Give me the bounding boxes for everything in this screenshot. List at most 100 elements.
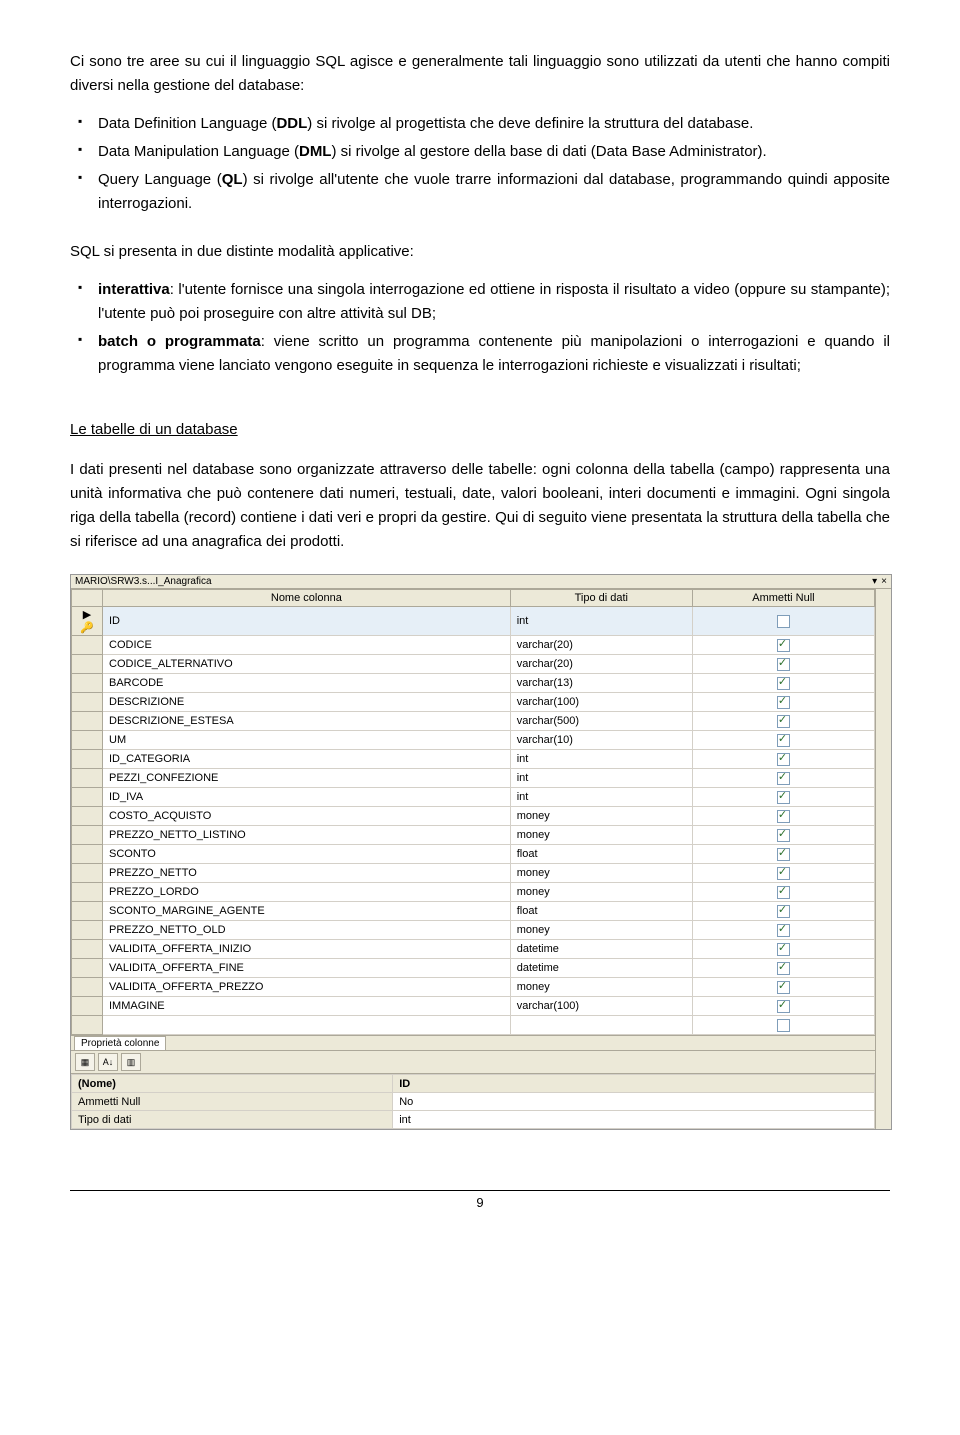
cell-allow-null[interactable] bbox=[692, 940, 874, 959]
row-selector[interactable] bbox=[72, 769, 103, 788]
cell-data-type[interactable]: varchar(100) bbox=[510, 693, 692, 712]
checkbox-icon[interactable] bbox=[777, 734, 790, 747]
cell-column-name[interactable]: UM bbox=[103, 731, 511, 750]
property-row[interactable]: Ammetti NullNo bbox=[72, 1093, 875, 1111]
row-selector[interactable] bbox=[72, 921, 103, 940]
table-row[interactable]: DESCRIZIONEvarchar(100) bbox=[72, 693, 875, 712]
row-selector[interactable] bbox=[72, 864, 103, 883]
cell-column-name[interactable]: SCONTO bbox=[103, 845, 511, 864]
table-row[interactable]: CODICE_ALTERNATIVOvarchar(20) bbox=[72, 655, 875, 674]
vertical-scrollbar[interactable] bbox=[875, 589, 891, 1129]
table-row[interactable]: VALIDITA_OFFERTA_PREZZOmoney bbox=[72, 978, 875, 997]
cell-column-name[interactable]: PREZZO_NETTO_OLD bbox=[103, 921, 511, 940]
checkbox-icon[interactable] bbox=[777, 962, 790, 975]
cell-column-name[interactable]: VALIDITA_OFFERTA_INIZIO bbox=[103, 940, 511, 959]
row-selector[interactable] bbox=[72, 636, 103, 655]
cell-data-type[interactable]: money bbox=[510, 921, 692, 940]
checkbox-icon[interactable] bbox=[777, 753, 790, 766]
dropdown-icon[interactable]: ▾ bbox=[872, 576, 877, 587]
row-selector[interactable] bbox=[72, 997, 103, 1016]
cell-data-type[interactable]: datetime bbox=[510, 940, 692, 959]
table-row[interactable]: VALIDITA_OFFERTA_INIZIOdatetime bbox=[72, 940, 875, 959]
row-selector[interactable] bbox=[72, 731, 103, 750]
table-row[interactable]: CODICEvarchar(20) bbox=[72, 636, 875, 655]
row-selector[interactable] bbox=[72, 712, 103, 731]
row-selector[interactable] bbox=[72, 845, 103, 864]
cell-allow-null[interactable] bbox=[692, 845, 874, 864]
table-row[interactable]: ▶🔑IDint bbox=[72, 607, 875, 636]
cell-column-name[interactable]: IMMAGINE bbox=[103, 997, 511, 1016]
cell-allow-null[interactable] bbox=[692, 978, 874, 997]
cell-column-name[interactable]: PREZZO_NETTO bbox=[103, 864, 511, 883]
cell-allow-null[interactable] bbox=[692, 655, 874, 674]
row-selector[interactable] bbox=[72, 788, 103, 807]
cell-allow-null[interactable] bbox=[692, 731, 874, 750]
checkbox-icon[interactable] bbox=[777, 1000, 790, 1013]
cell-data-type[interactable]: varchar(500) bbox=[510, 712, 692, 731]
table-row[interactable]: PREZZO_NETTO_OLDmoney bbox=[72, 921, 875, 940]
property-row[interactable]: Tipo di datiint bbox=[72, 1111, 875, 1129]
cell-allow-null[interactable] bbox=[692, 607, 874, 636]
cell-column-name[interactable]: ID bbox=[103, 607, 511, 636]
row-selector[interactable] bbox=[72, 693, 103, 712]
cell-column-name[interactable]: CODICE_ALTERNATIVO bbox=[103, 655, 511, 674]
cell-data-type[interactable]: float bbox=[510, 902, 692, 921]
cell-column-name[interactable]: SCONTO_MARGINE_AGENTE bbox=[103, 902, 511, 921]
row-selector[interactable] bbox=[72, 807, 103, 826]
table-row[interactable]: DESCRIZIONE_ESTESAvarchar(500) bbox=[72, 712, 875, 731]
cell-data-type[interactable]: money bbox=[510, 864, 692, 883]
cell-column-name[interactable]: VALIDITA_OFFERTA_FINE bbox=[103, 959, 511, 978]
row-selector[interactable] bbox=[72, 750, 103, 769]
checkbox-icon[interactable] bbox=[777, 791, 790, 804]
checkbox-icon[interactable] bbox=[777, 905, 790, 918]
cell-allow-null[interactable] bbox=[692, 636, 874, 655]
checkbox-icon[interactable] bbox=[777, 658, 790, 671]
cell-allow-null[interactable] bbox=[692, 750, 874, 769]
toolbar-btn-2[interactable]: A↓ bbox=[98, 1053, 118, 1071]
row-selector[interactable] bbox=[72, 959, 103, 978]
cell-column-name[interactable]: CODICE bbox=[103, 636, 511, 655]
cell-column-name[interactable]: DESCRIZIONE bbox=[103, 693, 511, 712]
toolbar-btn-1[interactable]: ▦ bbox=[75, 1053, 95, 1071]
property-value[interactable]: int bbox=[393, 1111, 875, 1129]
cell-column-name[interactable]: COSTO_ACQUISTO bbox=[103, 807, 511, 826]
checkbox-icon[interactable] bbox=[777, 639, 790, 652]
col-header-type[interactable]: Tipo di dati bbox=[510, 590, 692, 607]
table-row[interactable]: PREZZO_NETTOmoney bbox=[72, 864, 875, 883]
table-row[interactable]: ID_CATEGORIAint bbox=[72, 750, 875, 769]
row-selector[interactable] bbox=[72, 978, 103, 997]
tab-column-properties[interactable]: Proprietà colonne bbox=[74, 1036, 166, 1050]
cell-column-name[interactable]: ID_CATEGORIA bbox=[103, 750, 511, 769]
cell-data-type[interactable]: varchar(20) bbox=[510, 636, 692, 655]
table-row[interactable]: SCONTO_MARGINE_AGENTEfloat bbox=[72, 902, 875, 921]
row-selector[interactable]: ▶🔑 bbox=[72, 607, 103, 636]
cell-data-type[interactable]: money bbox=[510, 883, 692, 902]
cell-column-name[interactable]: PREZZO_NETTO_LISTINO bbox=[103, 826, 511, 845]
cell-data-type[interactable]: varchar(100) bbox=[510, 997, 692, 1016]
property-value[interactable]: No bbox=[393, 1093, 875, 1111]
cell-allow-null[interactable] bbox=[692, 693, 874, 712]
cell-data-type[interactable]: int bbox=[510, 769, 692, 788]
cell-allow-null[interactable] bbox=[692, 864, 874, 883]
cell-allow-null[interactable] bbox=[692, 807, 874, 826]
cell-data-type[interactable]: int bbox=[510, 788, 692, 807]
checkbox-icon[interactable] bbox=[777, 772, 790, 785]
table-row[interactable]: COSTO_ACQUISTOmoney bbox=[72, 807, 875, 826]
checkbox-icon[interactable] bbox=[777, 943, 790, 956]
cell-data-type[interactable]: money bbox=[510, 978, 692, 997]
table-row[interactable]: SCONTOfloat bbox=[72, 845, 875, 864]
cell-column-name[interactable]: VALIDITA_OFFERTA_PREZZO bbox=[103, 978, 511, 997]
toolbar-btn-3[interactable]: ▥ bbox=[121, 1053, 141, 1071]
table-row[interactable]: BARCODEvarchar(13) bbox=[72, 674, 875, 693]
property-row[interactable]: (Nome)ID bbox=[72, 1075, 875, 1093]
cell-column-name[interactable]: ID_IVA bbox=[103, 788, 511, 807]
cell-allow-null[interactable] bbox=[692, 921, 874, 940]
cell-allow-null[interactable] bbox=[692, 788, 874, 807]
property-value[interactable]: ID bbox=[393, 1075, 875, 1093]
cell-allow-null[interactable] bbox=[692, 826, 874, 845]
table-row[interactable]: PEZZI_CONFEZIONEint bbox=[72, 769, 875, 788]
col-header-null[interactable]: Ammetti Null bbox=[692, 590, 874, 607]
table-row[interactable]: IMMAGINEvarchar(100) bbox=[72, 997, 875, 1016]
checkbox-icon[interactable] bbox=[777, 924, 790, 937]
close-icon[interactable]: × bbox=[881, 576, 887, 587]
